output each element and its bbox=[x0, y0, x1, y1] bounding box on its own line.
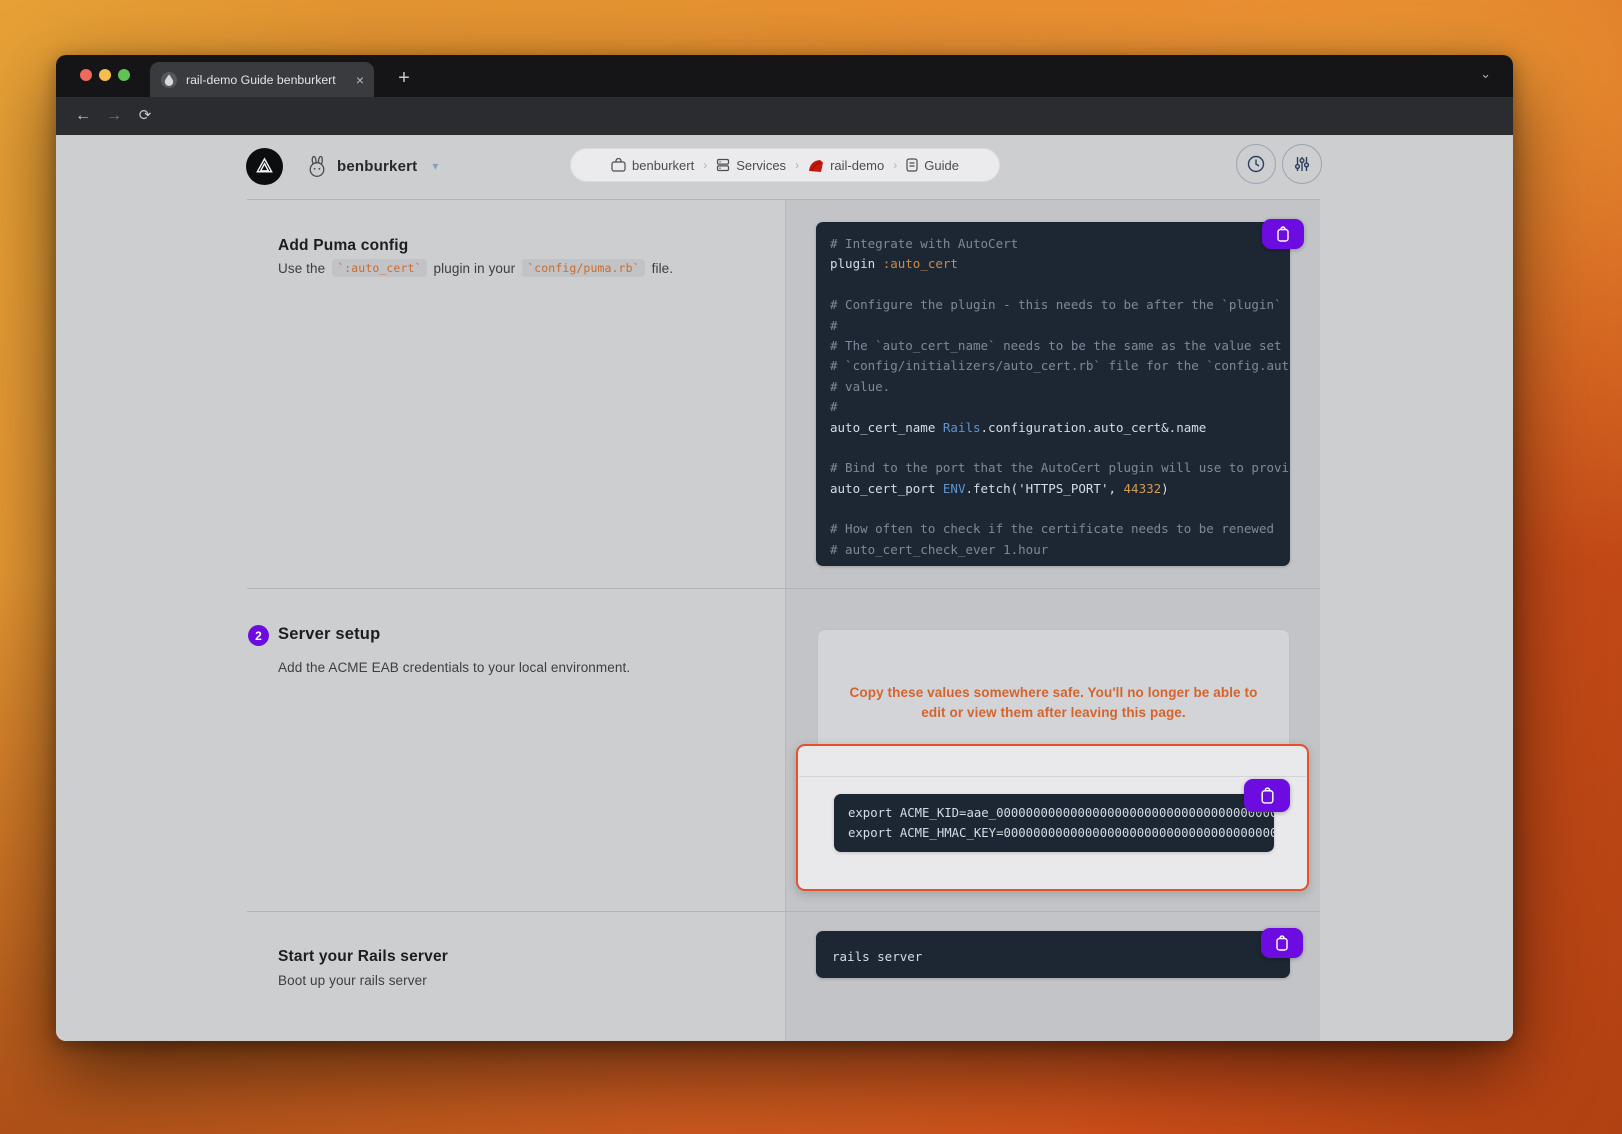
history-button[interactable] bbox=[1236, 144, 1276, 184]
puma-section-description: Use the `:auto_cert` plugin in your `con… bbox=[278, 259, 673, 277]
breadcrumb-item-account[interactable]: benburkert bbox=[611, 158, 694, 173]
copy-puma-config-button[interactable] bbox=[1262, 219, 1304, 249]
server-setup-description: Add the ACME EAB credentials to your loc… bbox=[278, 660, 630, 675]
app-header: benburkert ▾ bbox=[246, 146, 438, 186]
section-divider bbox=[247, 199, 1320, 200]
tab-strip: rail-demo Guide benburkert × + ⌄ bbox=[56, 55, 1513, 97]
tab-search-chevron-icon[interactable]: ⌄ bbox=[1480, 66, 1491, 82]
chevron-down-icon: ▾ bbox=[432, 159, 438, 173]
breadcrumb: benburkert › Services › rail-demo › bbox=[570, 148, 1000, 182]
breadcrumb-item-service[interactable]: rail-demo bbox=[808, 158, 884, 173]
guide-icon bbox=[906, 158, 918, 172]
tab-title: rail-demo Guide benburkert bbox=[186, 73, 347, 87]
close-window-button[interactable] bbox=[80, 69, 92, 81]
new-tab-button[interactable]: + bbox=[390, 65, 418, 93]
copy-rails-command-button[interactable] bbox=[1261, 928, 1303, 958]
breadcrumb-label: benburkert bbox=[632, 158, 694, 173]
breadcrumb-item-services[interactable]: Services bbox=[716, 158, 786, 173]
puma-config-code-block: # Integrate with AutoCertplugin :auto_ce… bbox=[816, 222, 1290, 566]
browser-tab[interactable]: rail-demo Guide benburkert × bbox=[150, 62, 374, 97]
rails-icon bbox=[808, 159, 824, 172]
briefcase-icon bbox=[611, 158, 626, 172]
anchor-logo-icon[interactable] bbox=[246, 148, 283, 185]
site-favicon-icon bbox=[161, 72, 177, 88]
puma-section-title: Add Puma config bbox=[278, 237, 408, 255]
server-setup-title: Server setup bbox=[278, 625, 380, 644]
inline-code-puma-rb: `config/puma.rb` bbox=[522, 259, 644, 277]
section-divider bbox=[247, 588, 1320, 589]
breadcrumb-label: Guide bbox=[924, 158, 959, 173]
rails-server-code-block: rails server bbox=[816, 931, 1290, 978]
services-icon bbox=[716, 158, 730, 172]
description-text: plugin in your bbox=[434, 261, 516, 276]
description-text: Use the bbox=[278, 261, 325, 276]
rails-section-title: Start your Rails server bbox=[278, 948, 448, 966]
step-number-badge: 2 bbox=[248, 625, 269, 646]
credentials-panel: export ACME_KID=aae_00000000000000000000… bbox=[796, 744, 1309, 891]
forward-button[interactable]: → bbox=[103, 105, 125, 127]
breadcrumb-label: Services bbox=[736, 158, 786, 173]
account-avatar-icon bbox=[306, 155, 328, 178]
copy-credentials-button[interactable] bbox=[1244, 779, 1290, 812]
section-divider bbox=[247, 911, 1320, 912]
page-content: benburkert ▾ benburkert › Services bbox=[56, 135, 1513, 1041]
desktop: rail-demo Guide benburkert × + ⌄ ← → ⟳ a… bbox=[0, 0, 1622, 1134]
breadcrumb-item-guide[interactable]: Guide bbox=[906, 158, 959, 173]
browser-toolbar: ← → ⟳ anchor.dev/benburkert/services/rai… bbox=[56, 97, 1513, 135]
browser-window: rail-demo Guide benburkert × + ⌄ ← → ⟳ a… bbox=[56, 55, 1513, 1041]
breadcrumb-separator: › bbox=[795, 158, 799, 172]
rails-section-description: Boot up your rails server bbox=[278, 973, 427, 988]
inline-code-auto-cert: `:auto_cert` bbox=[332, 259, 426, 277]
reload-button[interactable]: ⟳ bbox=[134, 105, 156, 127]
breadcrumb-separator: › bbox=[703, 158, 707, 172]
back-button[interactable]: ← bbox=[72, 105, 94, 127]
credentials-warning-text: Copy these values somewhere safe. You'll… bbox=[846, 683, 1261, 723]
acme-credentials-code-block: export ACME_KID=aae_00000000000000000000… bbox=[834, 794, 1274, 852]
breadcrumb-separator: › bbox=[893, 158, 897, 172]
fullscreen-window-button[interactable] bbox=[118, 69, 130, 81]
minimize-window-button[interactable] bbox=[99, 69, 111, 81]
description-text: file. bbox=[652, 261, 674, 276]
account-switcher[interactable]: benburkert ▾ bbox=[306, 155, 438, 178]
account-name: benburkert bbox=[337, 158, 417, 175]
breadcrumb-label: rail-demo bbox=[830, 158, 884, 173]
panel-divider bbox=[799, 776, 1306, 777]
settings-sliders-button[interactable] bbox=[1282, 144, 1322, 184]
tab-close-icon[interactable]: × bbox=[356, 73, 364, 87]
